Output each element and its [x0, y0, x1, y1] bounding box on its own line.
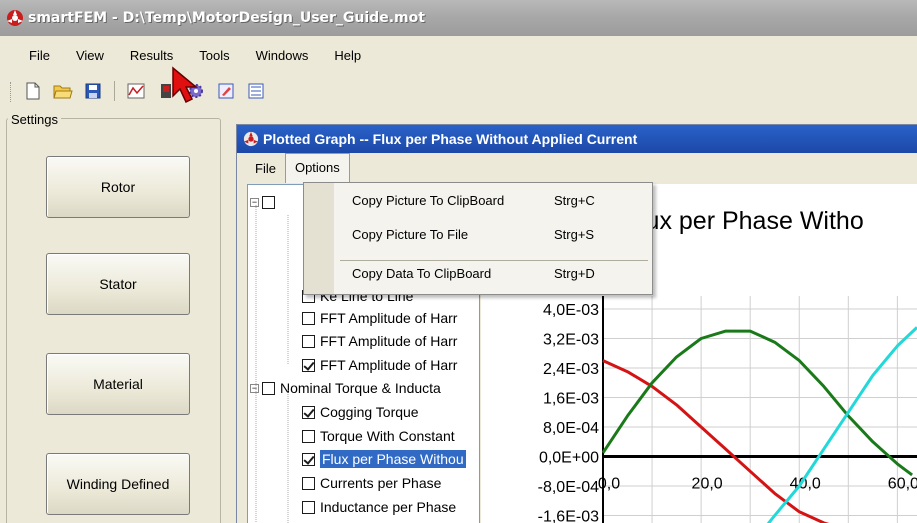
- save-icon[interactable]: [82, 80, 104, 102]
- menu-item-label: Copy Picture To File: [352, 227, 469, 242]
- open-icon[interactable]: [52, 80, 74, 102]
- series-line-green: [601, 329, 913, 477]
- chart-title: lux per Phase Witho: [640, 207, 864, 235]
- menu-results[interactable]: Results: [117, 48, 186, 63]
- app-logo-icon: [7, 10, 23, 26]
- menu-view[interactable]: View: [63, 48, 117, 63]
- x-tick-label: 20,0: [692, 476, 723, 493]
- menu-file[interactable]: File: [0, 48, 63, 63]
- menu-item-shortcut: Strg+D: [554, 266, 595, 281]
- y-tick-label: -1,6E-03: [538, 509, 599, 523]
- settings-label: Settings: [8, 112, 61, 127]
- y-tick-label: -8,0E-04: [538, 479, 599, 496]
- menu-separator: [340, 260, 648, 261]
- y-tick-label: 1,6E-03: [543, 391, 599, 408]
- toolbar-grip: [10, 82, 14, 102]
- menu-icon-strip: [304, 183, 334, 294]
- graph-window-title-bar: Plotted Graph -- Flux per Phase Without …: [237, 125, 917, 153]
- menu-item-label: Copy Picture To ClipBoard: [352, 193, 505, 208]
- toolbar-separator: [114, 81, 115, 101]
- edit-icon[interactable]: [215, 80, 237, 102]
- material-button[interactable]: Material: [46, 353, 190, 415]
- window-title: smartFEM - D:\Temp\MotorDesign_User_Guid…: [28, 10, 425, 26]
- graph-menu-options[interactable]: Options: [284, 153, 350, 183]
- x-tick-label: 60,0: [888, 476, 917, 493]
- list-icon[interactable]: [245, 80, 267, 102]
- options-dropdown-menu: Copy Picture To ClipBoard Strg+C Copy Pi…: [303, 182, 653, 295]
- y-tick-label: 8,0E-04: [543, 420, 599, 437]
- y-tick-label: 3,2E-03: [543, 332, 599, 349]
- series-line-red: [602, 359, 830, 523]
- series-line-cyan: [766, 326, 917, 523]
- menu-item-shortcut: Strg+C: [554, 193, 595, 208]
- x-tick-label: 0,0: [598, 476, 620, 493]
- graph-icon[interactable]: [125, 80, 147, 102]
- copy-picture-clipboard-item[interactable]: Copy Picture To ClipBoard Strg+C: [352, 193, 632, 208]
- title-bar: smartFEM - D:\Temp\MotorDesign_User_Guid…: [0, 0, 917, 36]
- winding-defined-button[interactable]: Winding Defined: [46, 453, 190, 515]
- y-tick-label: 4,0E-03: [543, 302, 599, 319]
- graph-menu-file[interactable]: File: [237, 161, 285, 176]
- rotor-button[interactable]: Rotor: [46, 156, 190, 218]
- copy-picture-file-item[interactable]: Copy Picture To File Strg+S: [352, 227, 632, 242]
- mouse-cursor-icon: [172, 66, 199, 104]
- menu-item-label: Copy Data To ClipBoard: [352, 266, 492, 281]
- stator-button[interactable]: Stator: [46, 253, 190, 315]
- menu-help[interactable]: Help: [321, 48, 374, 63]
- menu-item-shortcut: Strg+S: [554, 227, 595, 242]
- copy-data-clipboard-item[interactable]: Copy Data To ClipBoard Strg+D: [352, 266, 632, 281]
- menu-tools[interactable]: Tools: [186, 48, 242, 63]
- graph-menu-bar: File Options: [237, 153, 917, 183]
- y-tick-label: 0,0E+00: [539, 450, 599, 467]
- toolbar: [0, 74, 917, 108]
- menu-windows[interactable]: Windows: [243, 48, 322, 63]
- y-tick-label: 2,4E-03: [543, 361, 599, 378]
- new-icon[interactable]: [22, 80, 44, 102]
- menu-bar: File View Results Tools Windows Help: [0, 36, 917, 74]
- app-logo-icon: [243, 131, 259, 147]
- graph-window-title: Plotted Graph -- Flux per Phase Without …: [263, 131, 638, 147]
